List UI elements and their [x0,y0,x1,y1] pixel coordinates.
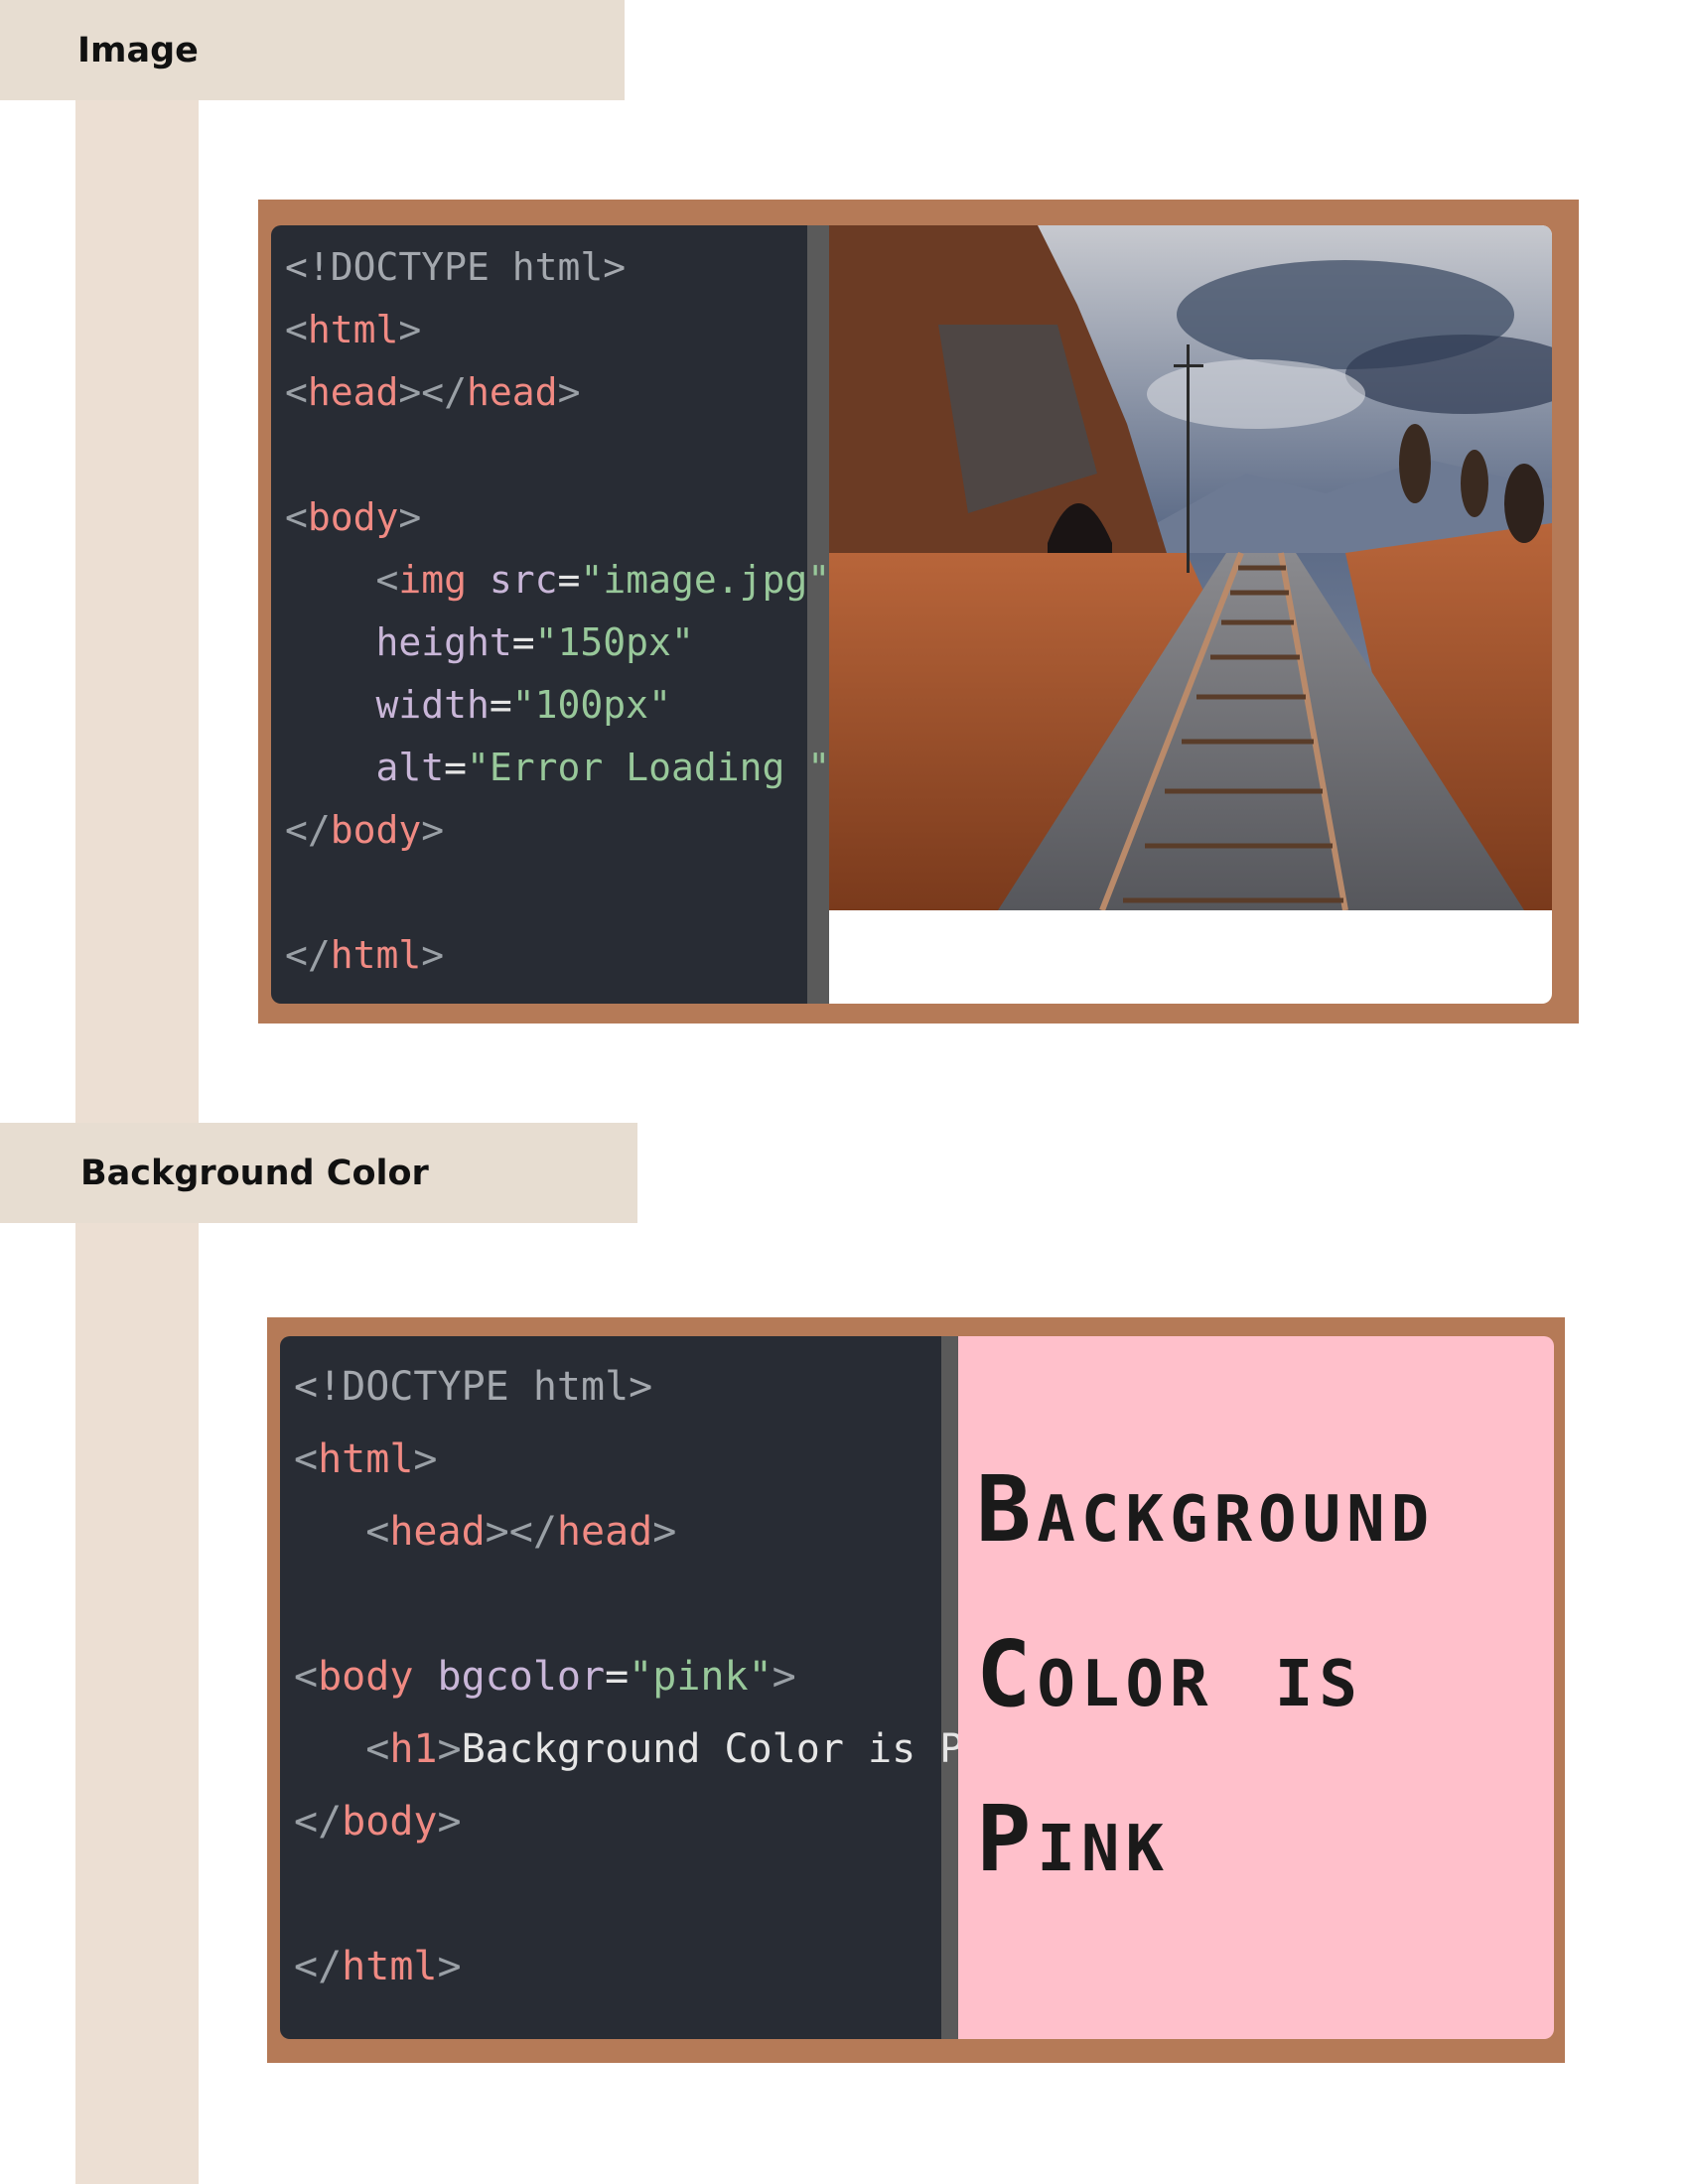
code-line: <body> [285,495,421,539]
code-token: html [330,933,422,977]
code-line: <html> [285,308,421,351]
code-token: = [489,683,512,727]
pane-divider [807,225,829,1004]
code-token: > [437,1799,462,1844]
code-token: ></ [485,1509,557,1555]
code-token: < [294,1509,390,1555]
code-line: <head></head> [294,1509,676,1555]
code-line: <!DOCTYPE html> [294,1364,652,1410]
code-token: < [285,370,308,414]
code-token: body [318,1654,414,1700]
code-line: </body> [285,808,444,852]
code-line: alt="Error Loading "> [285,746,853,789]
code-line: <head></head> [285,370,580,414]
section-heading: Image [77,30,199,70]
code-token: img [398,558,468,602]
code-token: h1 [389,1726,438,1772]
code-token: < [294,1436,319,1482]
pane-divider [941,1336,958,2039]
code-token: </ [285,933,331,977]
code-line: </body> [294,1799,462,1844]
code-token: "100px" [511,683,671,727]
code-token: > [421,933,445,977]
code-token: = [605,1654,630,1700]
preview-heading: Background Color is Pink [976,1456,1436,1892]
code-token: <!DOCTYPE html> [285,245,627,289]
code-token: > [413,1436,438,1482]
code-token: html [318,1436,414,1482]
code-line: </html> [285,933,444,977]
code-line: <!DOCTYPE html> [285,245,626,289]
code-token: < [294,1654,319,1700]
railway-photo-image [829,225,1552,910]
code-token: height [285,620,512,664]
code-token: > [437,1944,462,1989]
code-token: = [444,746,468,789]
code-token: <!DOCTYPE html> [294,1364,653,1410]
code-token: width [285,683,490,727]
section-header-image: Image [0,0,625,100]
rendered-preview-pane: Background Color is Pink [958,1336,1554,2039]
code-token: < [285,558,399,602]
code-preview-figure-image: <!DOCTYPE html> <html> <head></head> <body>… [258,200,1579,1024]
code-line: <img src="image.jpg" [285,558,831,602]
section-heading: Background Color [80,1153,429,1193]
code-token: "Error Loading " [467,746,831,789]
code-token: > [437,1726,462,1772]
code-editor-pane: <!DOCTYPE html> <html> <head></head> <body>… [271,225,853,1004]
code-token: Background Color is Pink [461,1726,1036,1772]
code-token: < [285,308,308,351]
code-token: = [511,620,535,664]
code-token: html [307,308,399,351]
page-sidebar-stripe [75,0,199,2184]
code-token: head [389,1509,486,1555]
code-line: <body bgcolor="pink"> [294,1654,796,1700]
code-token: "150px" [534,620,694,664]
code-token: alt [285,746,445,789]
code-token: = [557,558,581,602]
code-token: > [398,308,422,351]
code-line: <html> [294,1436,438,1482]
code-token: body [342,1799,438,1844]
code-editor-pane: <!DOCTYPE html> <html> <head></head> <body… [280,1336,1155,2039]
code-line: height="150px" [285,620,694,664]
code-token: head [467,370,558,414]
code-token: html [342,1944,438,1989]
code-token: > [557,370,581,414]
code-token: body [307,495,399,539]
code-token: > [652,1509,677,1555]
rendered-preview-pane [829,225,1552,1004]
code-token: bgcolor [413,1654,606,1700]
code-token: body [330,808,422,852]
code-line: width="100px" [285,683,671,727]
code-preview-figure-bgcolor: <!DOCTYPE html> <html> <head></head> <body… [267,1317,1565,2063]
code-line: </html> [294,1944,462,1989]
code-token: > [398,495,422,539]
code-token: "pink" [629,1654,773,1700]
code-token: head [307,370,399,414]
code-token: < [294,1726,390,1772]
code-token: < [285,495,308,539]
code-token: > [421,808,445,852]
code-token: </ [294,1944,343,1989]
section-header-background-color: Background Color [0,1123,637,1223]
code-token: ></ [398,370,468,414]
code-token: </ [294,1799,343,1844]
code-token: > [772,1654,796,1700]
code-token: src [467,558,558,602]
code-token: head [556,1509,653,1555]
code-token: </ [285,808,331,852]
code-token: "image.jpg" [580,558,831,602]
